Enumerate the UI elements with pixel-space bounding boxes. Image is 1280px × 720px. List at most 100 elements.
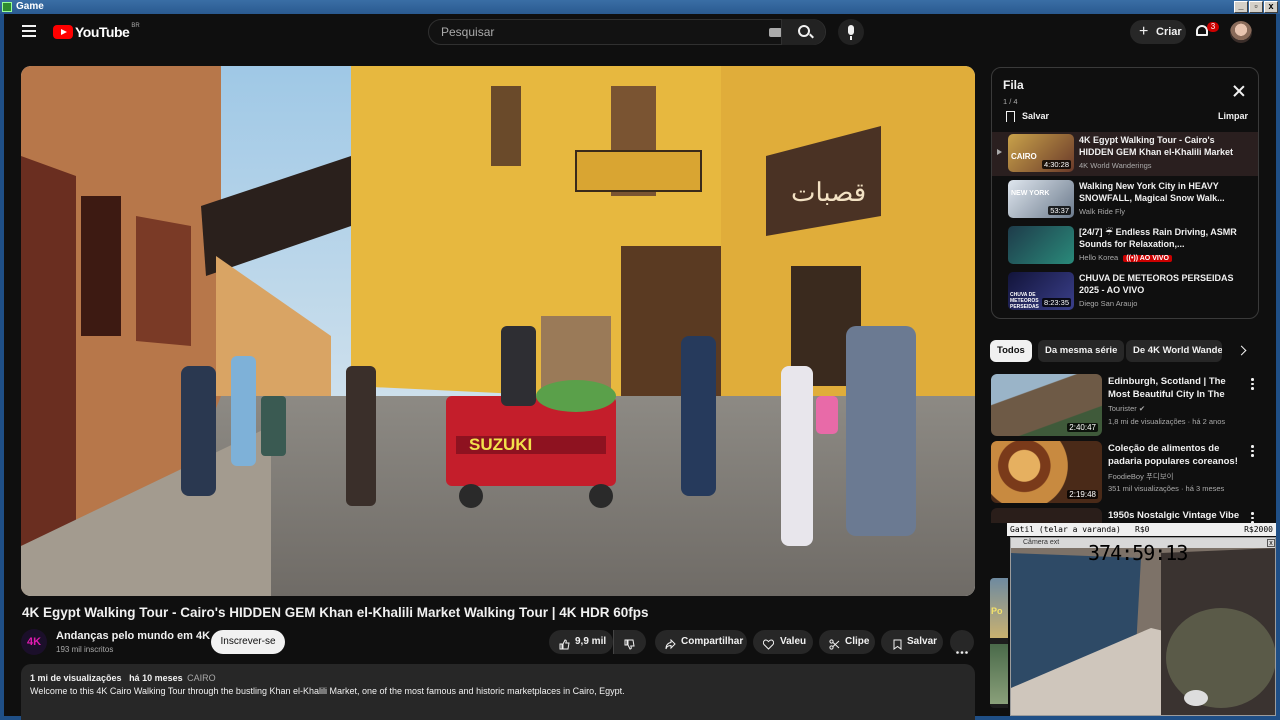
queue-thumbnail: CHUVA DE METEOROS PERSEIDAS 8:23:35 bbox=[1008, 272, 1074, 310]
view-count: 1 mi de visualizações bbox=[30, 673, 122, 683]
duration-badge: 2:40:47 bbox=[1067, 423, 1098, 432]
video-player[interactable]: قصبات SUZUKI bbox=[21, 66, 975, 596]
description-text: Welcome to this 4K Cairo Walking Tour th… bbox=[30, 686, 625, 696]
like-button[interactable]: 9,9 mil bbox=[549, 630, 613, 654]
queue-item-channel: Diego San Araujo bbox=[1079, 299, 1138, 308]
subscribe-button[interactable]: Inscrever-se bbox=[211, 630, 285, 654]
goal-label: Gatil (telar a varanda) bbox=[1010, 525, 1121, 534]
recommendation-thumbnail bbox=[991, 508, 1102, 523]
webcam-title: Câmera ext bbox=[1023, 539, 1060, 546]
notification-count-badge: 3 bbox=[1207, 22, 1219, 32]
window-title-bar: Game _ ▫ x bbox=[0, 0, 1280, 14]
dislike-button[interactable] bbox=[613, 630, 646, 654]
save-button[interactable]: Salvar bbox=[881, 630, 943, 654]
recommendation-item[interactable]: 2:40:47 Edinburgh, Scotland | The Most B… bbox=[991, 374, 1261, 438]
now-playing-icon bbox=[997, 149, 1002, 155]
search-input[interactable] bbox=[441, 20, 761, 44]
queue-save-button[interactable]: Salvar bbox=[1006, 111, 1049, 122]
more-vert-icon[interactable] bbox=[1251, 512, 1254, 523]
queue-item-channel-name: Hello Korea bbox=[1079, 253, 1119, 262]
thumbnail-text: CAIRO bbox=[1011, 152, 1037, 161]
live-badge: ((•)) AO VIVO bbox=[1123, 255, 1172, 262]
thumbnail-text: NEW YORK bbox=[1011, 190, 1050, 197]
description-meta: 1 mi de visualizações há 10 meses CAIRO bbox=[30, 673, 216, 683]
queue-count: 1 / 4 bbox=[1003, 97, 1018, 106]
create-button[interactable]: + Criar bbox=[1130, 20, 1186, 44]
app-icon bbox=[2, 2, 12, 12]
goal-target: R$2000 bbox=[1244, 525, 1273, 534]
upload-age: há 10 meses bbox=[129, 673, 183, 683]
queue-item[interactable]: [24/7] ☔ Endless Rain Driving, ASMR Soun… bbox=[992, 224, 1258, 268]
clip-button[interactable]: Clipe bbox=[819, 630, 875, 654]
close-button[interactable]: x bbox=[1264, 1, 1278, 13]
queue-clear-button[interactable]: Limpar bbox=[1218, 111, 1248, 121]
queue-item-title: [24/7] ☔ Endless Rain Driving, ASMR Soun… bbox=[1079, 227, 1237, 249]
verified-check-icon: ✔ bbox=[1138, 404, 1146, 413]
description-box[interactable]: 1 mi de visualizações há 10 meses CAIRO … bbox=[21, 664, 975, 720]
channel-name[interactable]: Andanças pelo mundo em 4K bbox=[56, 630, 210, 642]
goal-current: R$0 bbox=[1135, 525, 1150, 534]
heart-dollar-icon bbox=[762, 636, 775, 650]
window-frame-right bbox=[1276, 14, 1280, 720]
thanks-button[interactable]: Valeu bbox=[753, 630, 813, 654]
thumbs-up-icon bbox=[559, 636, 570, 650]
window-controls: _ ▫ x bbox=[1234, 1, 1278, 13]
queue-thumbnail: CAIRO 4:30:28 bbox=[1008, 134, 1074, 172]
more-dots-icon bbox=[956, 640, 968, 654]
save-label: Salvar bbox=[907, 636, 938, 647]
maximize-button[interactable]: ▫ bbox=[1249, 1, 1263, 13]
close-icon[interactable] bbox=[1232, 84, 1246, 98]
queue-title: Fila bbox=[1003, 78, 1024, 92]
recommendation-thumbnail: 2:19:48 bbox=[991, 441, 1102, 503]
youtube-logo[interactable]: YouTube BR bbox=[53, 23, 140, 40]
video-frame: قصبات SUZUKI bbox=[21, 66, 975, 596]
minimize-button[interactable]: _ bbox=[1234, 1, 1248, 13]
recommendation-channel-name: Tourister bbox=[1108, 404, 1137, 413]
recommendation-title: Edinburgh, Scotland | The Most Beautiful… bbox=[1108, 376, 1226, 400]
recommendation-title: Coleção de alimentos de padaria populare… bbox=[1108, 443, 1238, 467]
create-label: Criar bbox=[1156, 26, 1182, 38]
queue-item[interactable]: NEW YORK 53:37 Walking New York City in … bbox=[992, 178, 1258, 222]
subscriber-count: 193 mil inscritos bbox=[56, 645, 114, 654]
queue-item-channel: 4K World Wanderings bbox=[1079, 161, 1152, 170]
channel-avatar[interactable]: 4K bbox=[21, 629, 47, 655]
queue-item-channel: Walk Ride Fly bbox=[1079, 207, 1125, 216]
queue-item[interactable]: CAIRO 4:30:28 4K Egypt Walking Tour - Ca… bbox=[992, 132, 1258, 176]
recommendation-item[interactable]: 1950s Nostalgic Vintage Vibe bbox=[991, 508, 1261, 523]
recommendation-item[interactable]: 2:19:48 Coleção de alimentos de padaria … bbox=[991, 441, 1261, 505]
webcam-close-icon[interactable]: x bbox=[1267, 539, 1275, 547]
share-button[interactable]: Compartilhar bbox=[655, 630, 747, 654]
account-avatar[interactable] bbox=[1230, 21, 1252, 43]
search-box bbox=[428, 19, 826, 45]
more-actions-button[interactable] bbox=[950, 630, 974, 654]
recommendation-thumbnail: 2:40:47 bbox=[991, 374, 1102, 436]
queue-item[interactable]: CHUVA DE METEOROS PERSEIDAS 8:23:35 CHUV… bbox=[992, 270, 1258, 314]
chip-from-channel[interactable]: De 4K World Wanderings bbox=[1126, 340, 1222, 362]
recommendation-channel: Tourister ✔ bbox=[1108, 404, 1145, 413]
filter-chips: Todos Da mesma série De 4K World Wanderi… bbox=[990, 340, 1260, 364]
share-label: Compartilhar bbox=[681, 636, 744, 647]
queue-thumbnail bbox=[1008, 226, 1074, 264]
microphone-icon[interactable] bbox=[838, 19, 864, 45]
plus-icon: + bbox=[1139, 23, 1149, 40]
chip-same-series[interactable]: Da mesma série bbox=[1038, 340, 1125, 362]
queue-item-title: Walking New York City in HEAVY SNOWFALL,… bbox=[1079, 181, 1225, 203]
logo-text: YouTube bbox=[75, 24, 130, 40]
queue-panel: Fila 1 / 4 Salvar Limpar CAIRO 4:30:28 4… bbox=[991, 67, 1259, 319]
scissors-icon bbox=[829, 636, 840, 650]
chip-all[interactable]: Todos bbox=[990, 340, 1032, 362]
bookmark-icon bbox=[892, 636, 903, 650]
search-icon[interactable] bbox=[781, 19, 825, 45]
like-count: 9,9 mil bbox=[575, 636, 607, 647]
more-vert-icon[interactable] bbox=[1251, 445, 1254, 459]
recommendation-title: 1950s Nostalgic Vintage Vibe bbox=[1108, 510, 1240, 521]
location-tag[interactable]: CAIRO bbox=[187, 673, 216, 683]
thumbs-down-icon bbox=[624, 636, 635, 650]
more-vert-icon[interactable] bbox=[1251, 378, 1254, 392]
clip-label: Clipe bbox=[845, 636, 870, 647]
hamburger-menu-icon[interactable] bbox=[22, 25, 36, 37]
recommendation-meta: 1,8 mi de visualizações · há 2 anos bbox=[1108, 417, 1226, 426]
queue-thumbnail: NEW YORK 53:37 bbox=[1008, 180, 1074, 218]
masthead: YouTube BR + Criar 3 bbox=[4, 14, 1276, 50]
share-icon bbox=[665, 636, 676, 650]
